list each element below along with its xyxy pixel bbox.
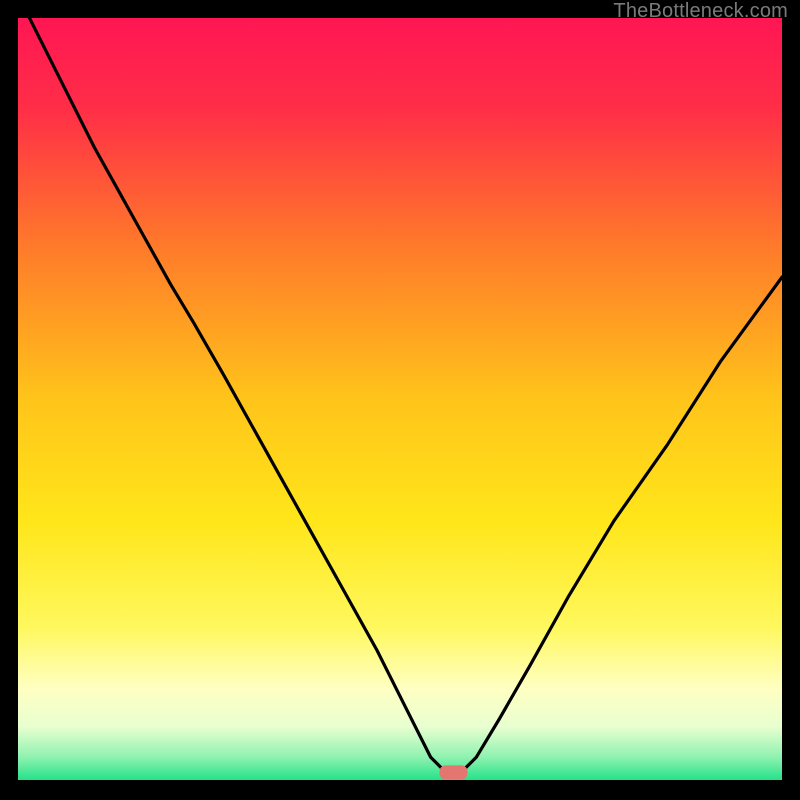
- optimum-marker: [440, 765, 468, 779]
- chart-frame: TheBottleneck.com: [0, 0, 800, 800]
- plot-area: [18, 18, 782, 780]
- gradient-background: [18, 18, 782, 780]
- chart-svg: [18, 18, 782, 780]
